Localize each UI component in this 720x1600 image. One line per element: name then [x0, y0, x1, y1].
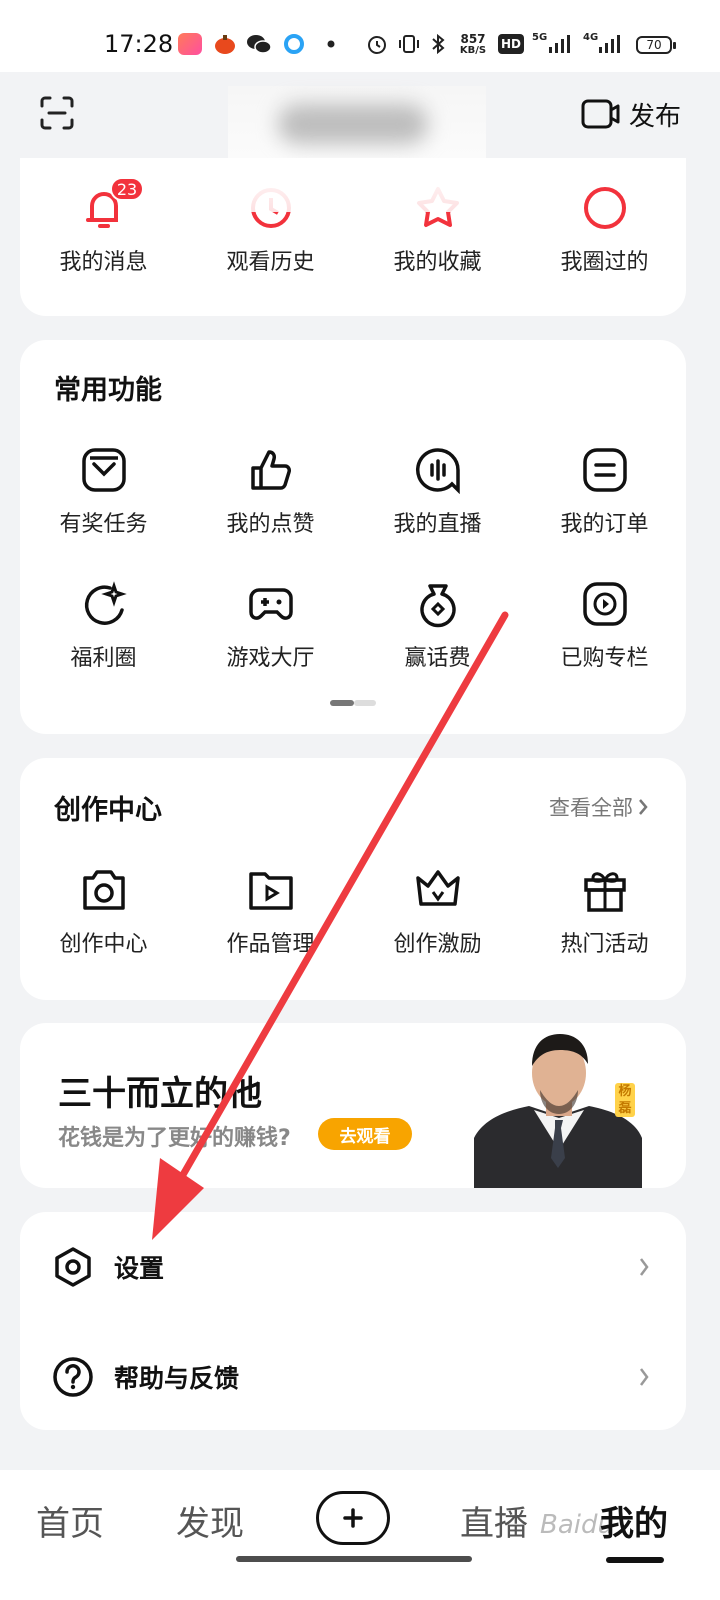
banner-name-tag: 杨磊	[615, 1083, 635, 1117]
func-welfare-circle[interactable]: 福利圈	[20, 580, 187, 672]
play-square-icon	[582, 582, 627, 626]
settings-label: 设置	[114, 1254, 165, 1283]
money-bag-icon	[419, 584, 456, 628]
banner-subtitle: 花钱是为了更好的赚钱?	[58, 1126, 291, 1151]
see-all-link[interactable]: 查看全部	[549, 792, 649, 822]
nav-live[interactable]: 直播	[460, 1496, 528, 1545]
works-management[interactable]: 作品管理	[187, 866, 354, 958]
banner-title: 三十而立的他	[58, 1074, 262, 1114]
help-feedback-label: 帮助与反馈	[114, 1364, 240, 1393]
hot-activities[interactable]: 热门活动	[521, 866, 688, 958]
vibrate-icon	[397, 33, 421, 55]
order-icon	[582, 448, 627, 492]
publish-label: 发布	[629, 101, 682, 132]
message-count-badge: 23	[110, 177, 144, 201]
func-my-likes[interactable]: 我的点赞	[187, 446, 354, 538]
quick-item-messages[interactable]: 我的消息	[20, 184, 187, 276]
page-indicator-inactive	[354, 700, 376, 706]
signal-5g-label: 5G	[532, 32, 548, 43]
browser-icon	[282, 33, 306, 55]
reward-icon	[81, 448, 126, 492]
quick-item-circled[interactable]: 我圈过的	[521, 184, 688, 276]
chevron-right-icon	[640, 1258, 649, 1276]
common-functions-card: 常用功能 有奖任务 我的点赞 我的直播 我的订单 福利圈 游戏大厅 赢话费 已购…	[20, 340, 686, 734]
home-gesture-bar	[236, 1556, 472, 1562]
live-icon	[415, 448, 460, 494]
video-camera-icon	[581, 99, 620, 129]
gift-icon	[583, 872, 626, 912]
func-my-orders[interactable]: 我的订单	[521, 446, 688, 538]
chevron-right-icon	[640, 1368, 649, 1386]
func-purchased-columns[interactable]: 已购专栏	[521, 580, 688, 672]
signal-icon	[546, 33, 572, 55]
app-notification-icon	[212, 33, 238, 55]
gamepad-icon	[248, 588, 293, 620]
circle-icon	[583, 187, 626, 229]
func-reward-tasks[interactable]: 有奖任务	[20, 446, 187, 538]
creation-incentive[interactable]: 创作激励	[354, 866, 521, 958]
help-feedback-row[interactable]: 帮助与反馈	[20, 1322, 686, 1432]
creation-center-card: 创作中心 查看全部 创作中心 作品管理 创作激励 热门活动	[20, 758, 686, 1000]
create-button[interactable]	[316, 1491, 390, 1545]
moon-star-icon	[84, 581, 127, 625]
bluetooth-icon	[428, 33, 448, 55]
app-notification-icon	[178, 33, 202, 55]
more-dot-icon	[325, 33, 337, 55]
thumb-up-icon	[250, 450, 291, 490]
camera-icon	[82, 870, 125, 910]
nav-home[interactable]: 首页	[36, 1496, 104, 1545]
blurred-profile-area	[228, 158, 486, 212]
func-game-hall[interactable]: 游戏大厅	[187, 580, 354, 672]
func-my-live[interactable]: 我的直播	[354, 446, 521, 538]
common-functions-title: 常用功能	[54, 375, 162, 406]
wechat-icon	[246, 33, 272, 55]
status-time: 17:28	[104, 30, 174, 58]
chevron-right-icon	[639, 799, 648, 815]
nav-discover[interactable]: 发现	[176, 1496, 244, 1545]
network-speed: 857 KB/S	[459, 32, 487, 56]
scan-icon[interactable]	[40, 96, 74, 130]
help-icon	[53, 1357, 93, 1397]
signal-icon	[596, 33, 622, 55]
func-win-phone-credit[interactable]: 赢话费	[354, 580, 521, 672]
watch-button[interactable]: 去观看	[318, 1118, 412, 1150]
plus-icon	[343, 1508, 363, 1528]
battery-indicator: 70	[636, 36, 676, 54]
creation-center-entry[interactable]: 创作中心	[20, 866, 187, 958]
hd-voice-icon: HD	[498, 34, 524, 54]
creation-center-title: 创作中心	[54, 795, 162, 826]
nav-mine[interactable]: 我的	[600, 1496, 668, 1545]
nav-active-indicator	[606, 1557, 664, 1563]
page-indicator-active	[330, 700, 354, 706]
settings-row[interactable]: 设置	[20, 1212, 686, 1322]
publish-button[interactable]: 发布	[581, 96, 681, 132]
video-folder-icon	[248, 872, 293, 910]
alarm-icon	[365, 33, 389, 55]
crown-icon	[415, 870, 460, 906]
page-indicator	[330, 700, 376, 706]
settings-hexagon-icon	[55, 1247, 91, 1287]
